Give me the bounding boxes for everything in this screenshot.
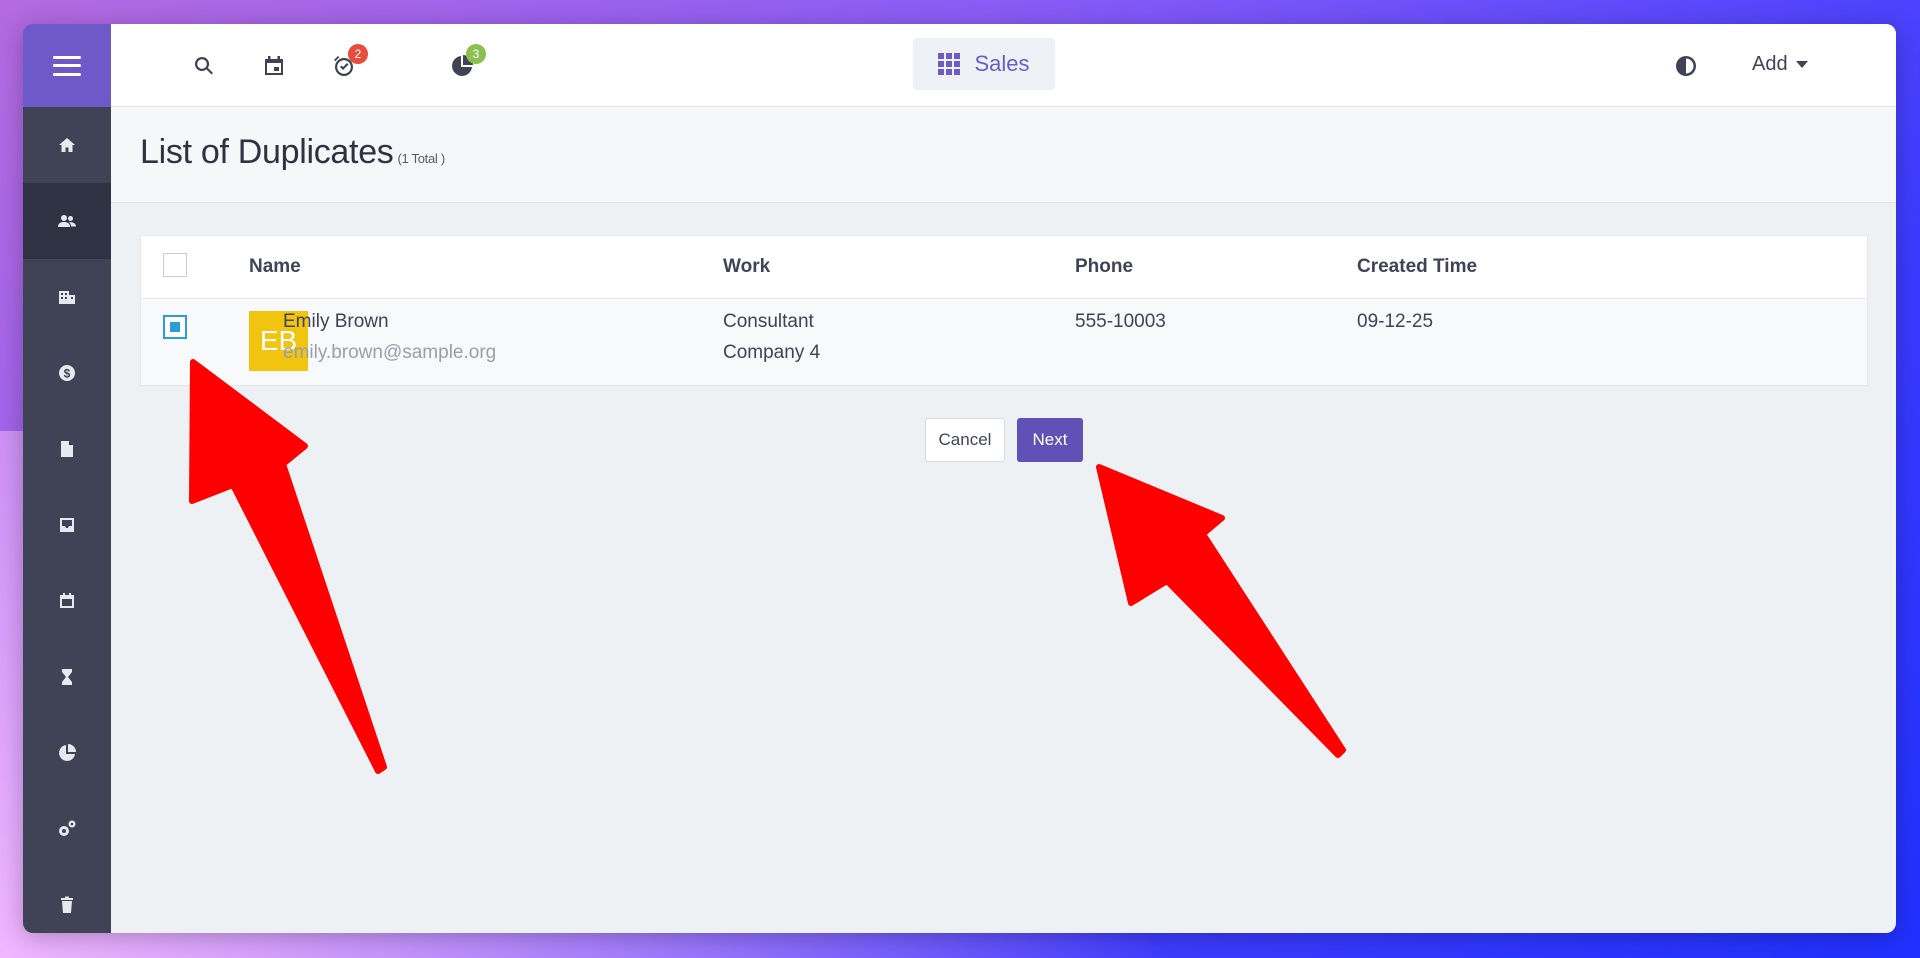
- table-row[interactable]: EB Emily Brown emily.brown@sample.org Co…: [141, 299, 1867, 385]
- building-icon: [59, 291, 75, 304]
- calendar-icon: [60, 593, 74, 608]
- menu-toggle-button[interactable]: [23, 24, 111, 107]
- add-dropdown-button[interactable]: Add: [1752, 53, 1808, 76]
- work-cell: Consultant Company 4: [723, 306, 820, 368]
- created-time-cell: 09-12-25: [1357, 311, 1434, 332]
- sidebar-item-contacts[interactable]: [23, 183, 111, 259]
- hourglass-icon: [62, 669, 72, 685]
- contrast-icon: [1676, 56, 1696, 76]
- duplicates-table: Name Work Phone Created Time EB Emily Br…: [140, 235, 1868, 386]
- work-company: Company 4: [723, 342, 821, 363]
- search-button[interactable]: [192, 54, 216, 78]
- theme-toggle-button[interactable]: [1674, 54, 1698, 78]
- sidebar-item-calendar[interactable]: [23, 563, 111, 639]
- row-select-checkbox[interactable]: [163, 315, 187, 339]
- sidebar-item-trash[interactable]: [23, 867, 111, 933]
- sidebar: $: [23, 24, 111, 933]
- sidebar-item-documents[interactable]: [23, 411, 111, 487]
- sidebar-item-home[interactable]: [23, 107, 111, 183]
- name-cell: Emily Brown emily.brown@sample.org: [283, 306, 496, 368]
- sidebar-item-inbox[interactable]: [23, 487, 111, 563]
- sidebar-item-settings[interactable]: [23, 791, 111, 867]
- page-header: List of Duplicates (1 Total ): [111, 107, 1896, 203]
- table-header: Name Work Phone Created Time: [141, 236, 1867, 299]
- page-title: List of Duplicates: [140, 133, 394, 171]
- contact-name[interactable]: Emily Brown: [283, 306, 496, 337]
- pie-chart-icon: [59, 744, 76, 761]
- calendar-button[interactable]: [262, 54, 286, 78]
- dollar-icon: $: [59, 365, 75, 381]
- sidebar-item-timesheets[interactable]: [23, 639, 111, 715]
- contact-email: emily.brown@sample.org: [283, 342, 497, 363]
- phone-cell: 555-10003: [1075, 311, 1166, 332]
- column-header-phone[interactable]: Phone: [1075, 256, 1133, 278]
- document-icon: [61, 441, 73, 457]
- app-switcher-label: Sales: [974, 51, 1030, 76]
- grid-icon: [938, 53, 961, 75]
- column-header-work[interactable]: Work: [723, 256, 770, 278]
- next-button[interactable]: Next: [1017, 418, 1083, 462]
- inbox-icon: [60, 518, 74, 532]
- column-header-name[interactable]: Name: [249, 256, 301, 278]
- cancel-button[interactable]: Cancel: [925, 418, 1005, 462]
- trash-icon: [61, 896, 73, 913]
- app-switcher-button[interactable]: Sales: [913, 38, 1055, 90]
- select-all-checkbox[interactable]: [163, 253, 187, 277]
- reminders-count-badge: 2: [348, 44, 368, 64]
- home-icon: [59, 138, 75, 152]
- reminders-button[interactable]: 2: [332, 44, 368, 78]
- add-label: Add: [1752, 53, 1788, 75]
- sidebar-item-deals[interactable]: $: [23, 335, 111, 411]
- work-title: Consultant: [723, 311, 814, 332]
- stats-count-badge: 3: [466, 44, 486, 64]
- hamburger-icon: [53, 55, 81, 76]
- top-bar: 2 3 Sales Add: [111, 24, 1896, 107]
- page-title-wrap: List of Duplicates (1 Total ): [140, 133, 445, 172]
- svg-text:$: $: [64, 367, 71, 381]
- total-count: (1 Total ): [397, 151, 446, 166]
- sidebar-item-accounts[interactable]: [23, 259, 111, 335]
- settings-icon: [59, 820, 76, 836]
- stats-button[interactable]: 3: [450, 44, 486, 78]
- contacts-icon: [58, 215, 76, 227]
- search-icon: [194, 56, 213, 75]
- sidebar-item-reports[interactable]: [23, 715, 111, 791]
- caret-down-icon: [1795, 61, 1808, 68]
- app-window: $ 2 3 Sales Add List of Duplicates (1 To…: [23, 24, 1896, 933]
- column-header-created-time[interactable]: Created Time: [1357, 256, 1477, 278]
- calendar-icon: [265, 56, 283, 75]
